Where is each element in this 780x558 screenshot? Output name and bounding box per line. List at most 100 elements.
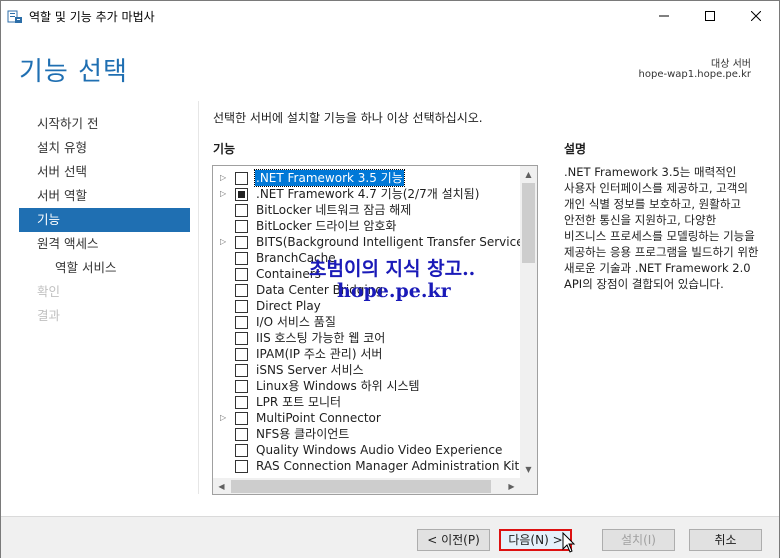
feature-label[interactable]: Quality Windows Audio Video Experience xyxy=(255,442,503,458)
mouse-cursor-icon xyxy=(562,532,576,553)
features-tree[interactable]: ▷ .NET Framework 3.5 기능 ▷ .NET Framework 4.… xyxy=(212,165,538,495)
description-header: 설명 xyxy=(564,142,587,156)
feature-row[interactable]: RAS Connection Manager Administration Ki… xyxy=(213,458,537,474)
feature-checkbox[interactable] xyxy=(235,220,248,233)
feature-label[interactable]: I/O 서비스 품질 xyxy=(255,314,337,330)
feature-label[interactable]: IPAM(IP 주소 관리) 서버 xyxy=(255,346,383,362)
feature-label[interactable]: .NET Framework 3.5 기능 xyxy=(254,169,405,187)
wizard-window: 역할 및 기능 추가 마법사 기능 선택 대상 서버 hope-wap1.hop… xyxy=(0,0,780,558)
feature-row[interactable]: iSNS Server 서비스 xyxy=(213,362,520,378)
feature-row[interactable]: ▷ .NET Framework 4.7 기능(2/7개 설치됨) xyxy=(213,186,520,202)
feature-row[interactable]: ▷ MultiPoint Connector xyxy=(213,410,520,426)
window-title: 역할 및 기능 추가 마법사 xyxy=(29,10,155,24)
close-button[interactable] xyxy=(733,1,779,31)
maximize-button[interactable] xyxy=(687,1,733,31)
watermark-line1: 초범이의 지식 창고.. xyxy=(309,258,476,280)
wizard-nav: 시작하기 전 설치 유형 서버 선택 서버 역할 기능 원격 액세스 역할 서비… xyxy=(19,112,190,328)
feature-checkbox[interactable] xyxy=(235,236,248,249)
expand-arrow-icon[interactable]: ▷ xyxy=(220,173,226,182)
feature-checkbox[interactable] xyxy=(235,284,248,297)
expand-arrow-icon[interactable]: ▷ xyxy=(220,413,226,422)
nav-item-features[interactable]: 기능 xyxy=(19,208,190,232)
feature-checkbox[interactable] xyxy=(235,348,248,361)
feature-label[interactable]: BitLocker 네트워크 잠금 해제 xyxy=(255,202,412,218)
feature-checkbox[interactable] xyxy=(235,252,248,265)
feature-label[interactable]: IIS 호스팅 가능한 웹 코어 xyxy=(255,330,386,346)
feature-row[interactable]: Linux용 Windows 하위 시스템 xyxy=(213,378,520,394)
feature-row[interactable]: LPR 포트 모니터 xyxy=(213,394,520,410)
target-server-label: 대상 서버 xyxy=(711,59,751,70)
nav-item-before-you-begin[interactable]: 시작하기 전 xyxy=(19,112,190,136)
feature-checkbox[interactable] xyxy=(235,396,248,409)
features-list: ▷ .NET Framework 3.5 기능 ▷ .NET Framework 4.… xyxy=(213,169,537,474)
nav-item-server-selection[interactable]: 서버 선택 xyxy=(19,160,190,184)
horizontal-scrollbar[interactable]: ◀ ▶ xyxy=(213,478,520,494)
feature-row[interactable]: Quality Windows Audio Video Experience xyxy=(213,442,520,458)
instruction-text: 선택한 서버에 설치할 기능을 하나 이상 선택하십시오. xyxy=(213,111,483,125)
feature-label[interactable]: .NET Framework 4.7 기능(2/7개 설치됨) xyxy=(255,186,480,202)
watermark-line2: hope.pe.kr xyxy=(337,280,451,302)
feature-label[interactable]: LPR 포트 모니터 xyxy=(255,394,342,410)
feature-label[interactable]: Direct Play xyxy=(255,298,322,314)
maximize-icon xyxy=(705,11,715,21)
vertical-scrollbar[interactable]: ▲ ▼ xyxy=(520,166,537,478)
feature-checkbox[interactable] xyxy=(235,332,248,345)
scrollbar-corner xyxy=(520,478,537,494)
scroll-right-icon[interactable]: ▶ xyxy=(503,478,520,494)
nav-item-confirmation: 확인 xyxy=(37,284,61,299)
features-header: 기능 xyxy=(213,142,236,156)
install-button: 설치(I) xyxy=(602,529,675,551)
target-server-value: hope-wap1.hope.pe.kr xyxy=(638,69,751,80)
nav-item-role-services[interactable]: 역할 서비스 xyxy=(19,256,190,280)
feature-checkbox[interactable] xyxy=(235,188,248,201)
feature-checkbox[interactable] xyxy=(235,428,248,441)
feature-checkbox[interactable] xyxy=(235,380,248,393)
server-manager-icon xyxy=(7,8,23,24)
feature-row[interactable]: IPAM(IP 주소 관리) 서버 xyxy=(213,346,520,362)
page-title: 기능 선택 xyxy=(19,57,128,87)
feature-row[interactable]: BitLocker 드라이브 암호화 xyxy=(213,218,520,234)
nav-item-results: 결과 xyxy=(37,308,61,323)
wizard-footer: < 이전(P) 다음(N) > 설치(I) 취소 xyxy=(1,516,779,558)
feature-row[interactable]: NFS용 클라이언트 xyxy=(213,426,520,442)
feature-checkbox[interactable] xyxy=(235,364,248,377)
scroll-left-icon[interactable]: ◀ xyxy=(213,478,230,494)
cancel-button[interactable]: 취소 xyxy=(689,529,762,551)
nav-item-server-roles[interactable]: 서버 역할 xyxy=(19,184,190,208)
minimize-icon xyxy=(659,15,669,17)
vertical-scroll-thumb[interactable] xyxy=(522,183,535,263)
feature-checkbox[interactable] xyxy=(235,316,248,329)
nav-item-remote-access[interactable]: 원격 액세스 xyxy=(19,232,190,256)
feature-checkbox[interactable] xyxy=(235,268,248,281)
description-text: .NET Framework 3.5는 매력적인 사용자 인터페이스를 제공하고… xyxy=(564,165,759,291)
title-bar: 역할 및 기능 추가 마법사 xyxy=(1,1,779,31)
horizontal-scroll-thumb[interactable] xyxy=(231,480,491,493)
close-icon xyxy=(751,11,761,21)
feature-checkbox[interactable] xyxy=(235,300,248,313)
feature-label[interactable]: BITS(Background Intelligent Transfer Ser… xyxy=(255,234,529,250)
feature-row[interactable]: BitLocker 네트워크 잠금 해제 xyxy=(213,202,520,218)
nav-item-installation-type[interactable]: 설치 유형 xyxy=(19,136,190,160)
feature-row[interactable]: ▷ BITS(Background Intelligent Transfer Se… xyxy=(213,234,528,250)
feature-label[interactable]: RAS Connection Manager Administration Ki… xyxy=(255,458,537,474)
feature-row[interactable]: IIS 호스팅 가능한 웹 코어 xyxy=(213,330,520,346)
scroll-up-icon[interactable]: ▲ xyxy=(520,166,537,183)
expand-arrow-icon[interactable]: ▷ xyxy=(220,237,226,246)
minimize-button[interactable] xyxy=(641,1,687,31)
feature-label[interactable]: MultiPoint Connector xyxy=(255,410,382,426)
scroll-down-icon[interactable]: ▼ xyxy=(520,461,537,478)
previous-button[interactable]: < 이전(P) xyxy=(417,529,490,551)
feature-checkbox[interactable] xyxy=(235,204,248,217)
nav-divider xyxy=(198,101,199,494)
feature-checkbox[interactable] xyxy=(235,412,248,425)
feature-label[interactable]: Linux용 Windows 하위 시스템 xyxy=(255,378,421,394)
feature-label[interactable]: NFS용 클라이언트 xyxy=(255,426,350,442)
feature-label[interactable]: iSNS Server 서비스 xyxy=(255,362,365,378)
feature-label[interactable]: BitLocker 드라이브 암호화 xyxy=(255,218,397,234)
feature-checkbox[interactable] xyxy=(235,172,248,185)
feature-row[interactable]: I/O 서비스 품질 xyxy=(213,314,520,330)
feature-checkbox[interactable] xyxy=(235,444,248,457)
feature-checkbox[interactable] xyxy=(235,460,248,473)
expand-arrow-icon[interactable]: ▷ xyxy=(220,189,226,198)
feature-row[interactable]: ▷ .NET Framework 3.5 기능 xyxy=(213,169,520,187)
